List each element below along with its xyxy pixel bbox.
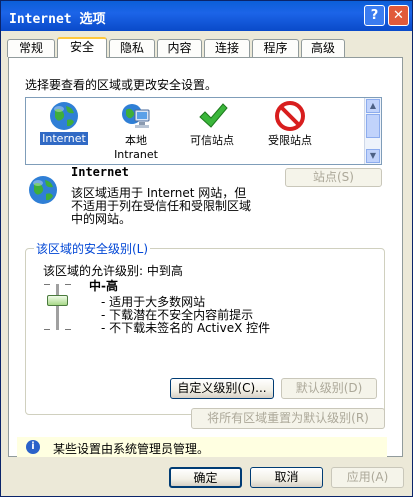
zone-description-line3: 中的网站。 (71, 212, 132, 226)
selected-zone-globe-icon (29, 176, 57, 204)
sites-button[interactable]: 站点(S) (285, 168, 382, 187)
select-zone-prompt: 选择要查看的区域或更改安全设置。 (25, 78, 218, 92)
scroll-down-arrow-icon[interactable]: ▼ (366, 149, 380, 163)
slider-thumb[interactable] (47, 295, 68, 306)
default-level-button[interactable]: 默认级别(D) (281, 378, 377, 399)
tab-advanced[interactable]: 高级 (301, 39, 345, 57)
help-button[interactable]: ? (364, 5, 385, 26)
cancel-button[interactable]: 取消 (250, 467, 323, 488)
red-no-entry-icon (275, 101, 305, 131)
zone-restricted-label: 受限站点 (268, 134, 312, 147)
security-level-title: 该区域的安全级别(L) (34, 240, 151, 257)
title-bar[interactable]: Internet 选项 ? ✕ (1, 1, 412, 31)
close-button[interactable]: ✕ (388, 5, 409, 26)
zone-intranet-label-line2: Intranet (114, 148, 158, 161)
ok-button[interactable]: 确定 (169, 467, 242, 488)
tab-general[interactable]: 常规 (7, 39, 55, 57)
zone-intranet-label-line1: 本地 (125, 134, 147, 147)
admin-note: 某些设置由系统管理员管理。 (53, 442, 210, 456)
tab-content[interactable]: 内容 (157, 39, 202, 57)
reset-all-zones-button[interactable]: 将所有区域重置为默认级别(R) (191, 408, 385, 429)
zone-detail-name: Internet (71, 165, 129, 179)
tab-connections[interactable]: 连接 (204, 39, 250, 57)
window-title: Internet 选项 (9, 12, 106, 27)
admin-info-bar: i 某些设置由系统管理员管理。 (17, 437, 387, 457)
level-bullet-3: - 不下载未签名的 ActiveX 控件 (101, 321, 271, 335)
green-check-icon (199, 103, 228, 128)
tab-security[interactable]: 安全 (57, 37, 107, 58)
tab-privacy[interactable]: 隐私 (109, 39, 155, 57)
zone-restricted-sites[interactable]: 受限站点 (254, 100, 326, 148)
intranet-computer-icon (122, 104, 150, 128)
zone-local-intranet[interactable]: 本地 Intranet (100, 100, 172, 161)
security-tab-panel: 选择要查看的区域或更改安全设置。 Internet 本地 Intranet 可信… (8, 57, 403, 457)
apply-button[interactable]: 应用(A) (331, 467, 404, 488)
custom-level-button[interactable]: 自定义级别(C)... (170, 378, 274, 399)
zone-list[interactable]: Internet 本地 Intranet 可信站点 受限站点 ▲ ▼ (25, 97, 382, 165)
zone-list-scrollbar[interactable]: ▲ ▼ (364, 98, 381, 164)
zone-internet-label: Internet (40, 132, 88, 145)
globe-icon (50, 102, 78, 130)
scroll-up-arrow-icon[interactable]: ▲ (366, 99, 380, 113)
info-icon: i (26, 440, 40, 454)
zone-internet[interactable]: Internet (28, 100, 100, 145)
slider-track (56, 284, 59, 330)
level-name: 中-高 (89, 279, 118, 293)
internet-options-dialog: Internet 选项 ? ✕ 常规 安全 隐私 内容 连接 程序 高级 选择要… (0, 0, 413, 497)
scroll-thumb[interactable] (366, 114, 380, 138)
zone-trusted-sites[interactable]: 可信站点 (176, 100, 248, 148)
tab-programs[interactable]: 程序 (252, 39, 299, 57)
zone-trusted-label: 可信站点 (190, 134, 234, 147)
